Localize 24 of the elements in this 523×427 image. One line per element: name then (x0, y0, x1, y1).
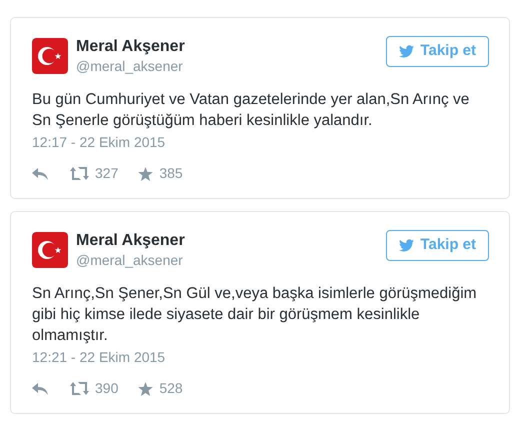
tweet-timestamp[interactable]: 12:21 - 22 Ekim 2015 (32, 348, 166, 366)
tweet-text: Bu gün Cumhuriyet ve Vatan gazetelerinde yer alan,Sn Arınç ve Sn Şenerle görüştüğüm haberi kesinlikle yalandır. (32, 90, 470, 131)
retweet-count: 390 (95, 379, 118, 398)
retweet-icon[interactable] (70, 167, 89, 180)
tweet-timestamp[interactable]: 12:17 - 22 Ekim 2015 (32, 133, 166, 151)
follow-button[interactable]: Takip et (386, 230, 489, 261)
retweet-icon[interactable] (70, 382, 89, 395)
bird-icon (399, 239, 414, 252)
favorite-count: 528 (159, 379, 183, 398)
bird-icon (399, 45, 414, 58)
flag-avatar (32, 38, 68, 74)
author-name: Meral Akşener (76, 37, 185, 57)
reply-icon[interactable] (32, 382, 48, 394)
flag-avatar (32, 232, 68, 268)
favorite-count: 385 (159, 164, 183, 183)
retweet-count: 327 (95, 164, 118, 183)
author-handle: @meral_aksener (76, 251, 184, 269)
star-icon[interactable] (138, 166, 154, 180)
star-icon[interactable] (138, 382, 154, 396)
author-handle: @meral_aksener (76, 57, 184, 75)
tweet-text: Sn Arınç,Sn Şener,Sn Gül ve,veya başka isimlerle görüşmediğim gibi hiç kimse ilede siyasete dair bir görüşmem kesinlikle olmamıştır. (32, 284, 478, 346)
reply-icon[interactable] (32, 168, 48, 180)
follow-button[interactable]: Takip et (386, 36, 489, 67)
author-name: Meral Akşener (76, 231, 185, 251)
